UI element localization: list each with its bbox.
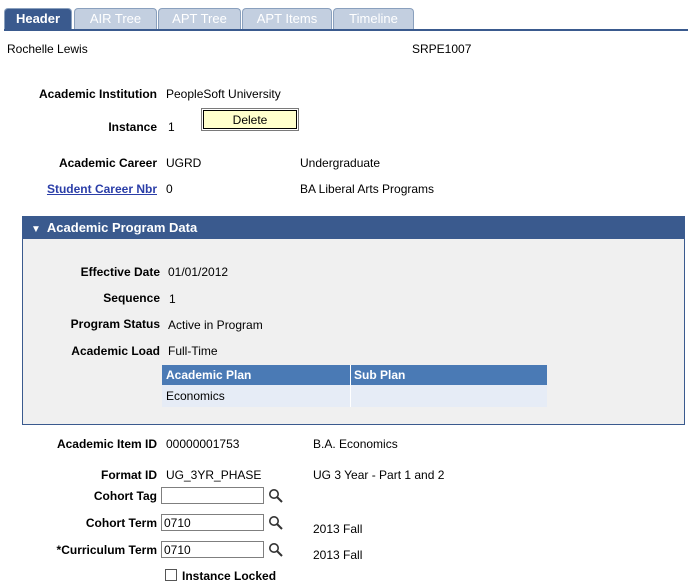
- sequence-value: 1: [169, 292, 176, 306]
- career-value: UGRD: [166, 156, 202, 170]
- tab-underline: [4, 29, 688, 31]
- cohort-tag-lookup-icon[interactable]: [268, 488, 284, 504]
- tab-air-tree[interactable]: AIR Tree: [74, 8, 157, 29]
- effective-date-value: 01/01/2012: [168, 265, 229, 279]
- grid-header-row: Academic Plan Sub Plan: [162, 365, 547, 385]
- item-id-label: Academic Item ID: [56, 437, 157, 451]
- cohort-tag-input[interactable]: [161, 487, 264, 504]
- grid-cell-academic-plan: Economics: [166, 389, 225, 403]
- academic-load-value: Full-Time: [168, 344, 218, 358]
- item-id-value: 00000001753: [166, 437, 240, 451]
- instance-label: Instance: [108, 120, 157, 134]
- institution-label: Academic Institution: [38, 87, 157, 101]
- program-status-value: Active in Program: [168, 318, 263, 332]
- academic-program-group: ▼ Academic Program Data Effective Date 01…: [22, 216, 685, 425]
- academic-plan-grid: Academic Plan Sub Plan Economics: [162, 365, 547, 407]
- academic-program-title: Academic Program Data: [46, 220, 198, 235]
- student-name: Rochelle Lewis: [7, 42, 88, 56]
- format-id-desc: UG 3 Year - Part 1 and 2: [313, 468, 445, 482]
- tab-header[interactable]: Header: [4, 8, 72, 29]
- format-id-value: UG_3YR_PHASE: [166, 468, 262, 482]
- program-status-label: Program Status: [70, 317, 160, 331]
- format-id-label: Format ID: [100, 468, 157, 482]
- career-nbr-desc: BA Liberal Arts Programs: [300, 182, 435, 196]
- curriculum-term-desc: 2013 Fall: [313, 548, 363, 562]
- cohort-tag-label: Cohort Tag: [93, 489, 157, 503]
- cohort-term-label: Cohort Term: [85, 516, 157, 530]
- career-label: Academic Career: [58, 156, 157, 170]
- student-career-nbr-link[interactable]: Student Career Nbr: [47, 182, 157, 196]
- instance-locked-checkbox[interactable]: [165, 569, 177, 581]
- cohort-term-lookup-icon[interactable]: [268, 515, 284, 531]
- cohort-term-desc: 2013 Fall: [313, 522, 363, 536]
- grid-header-sub-plan: Sub Plan: [354, 368, 406, 382]
- academic-program-header[interactable]: ▼ Academic Program Data: [23, 217, 684, 239]
- curriculum-term-label: *Curriculum Term: [56, 543, 157, 557]
- sequence-label: Sequence: [103, 291, 160, 305]
- institution-value: PeopleSoft University: [166, 87, 281, 101]
- grid-header-academic-plan: Academic Plan: [166, 368, 252, 382]
- curriculum-term-input[interactable]: [161, 541, 264, 558]
- instance-value: 1: [168, 120, 175, 134]
- cohort-term-input[interactable]: [161, 514, 264, 531]
- career-nbr-value: 0: [166, 182, 173, 196]
- delete-button[interactable]: Delete: [201, 108, 299, 131]
- tab-apt-tree[interactable]: APT Tree: [158, 8, 241, 29]
- item-id-desc: B.A. Economics: [313, 437, 398, 451]
- career-desc: Undergraduate: [300, 156, 381, 170]
- curriculum-term-lookup-icon[interactable]: [268, 542, 284, 558]
- collapse-triangle-icon[interactable]: ▼: [31, 219, 41, 241]
- tab-timeline[interactable]: Timeline: [333, 8, 414, 29]
- academic-load-label: Academic Load: [71, 344, 160, 358]
- tab-apt-items[interactable]: APT Items: [242, 8, 332, 29]
- effective-date-label: Effective Date: [80, 265, 160, 279]
- table-row: Economics: [162, 385, 547, 407]
- instance-locked-label: Instance Locked: [182, 569, 277, 583]
- student-id: SRPE1007: [412, 42, 472, 56]
